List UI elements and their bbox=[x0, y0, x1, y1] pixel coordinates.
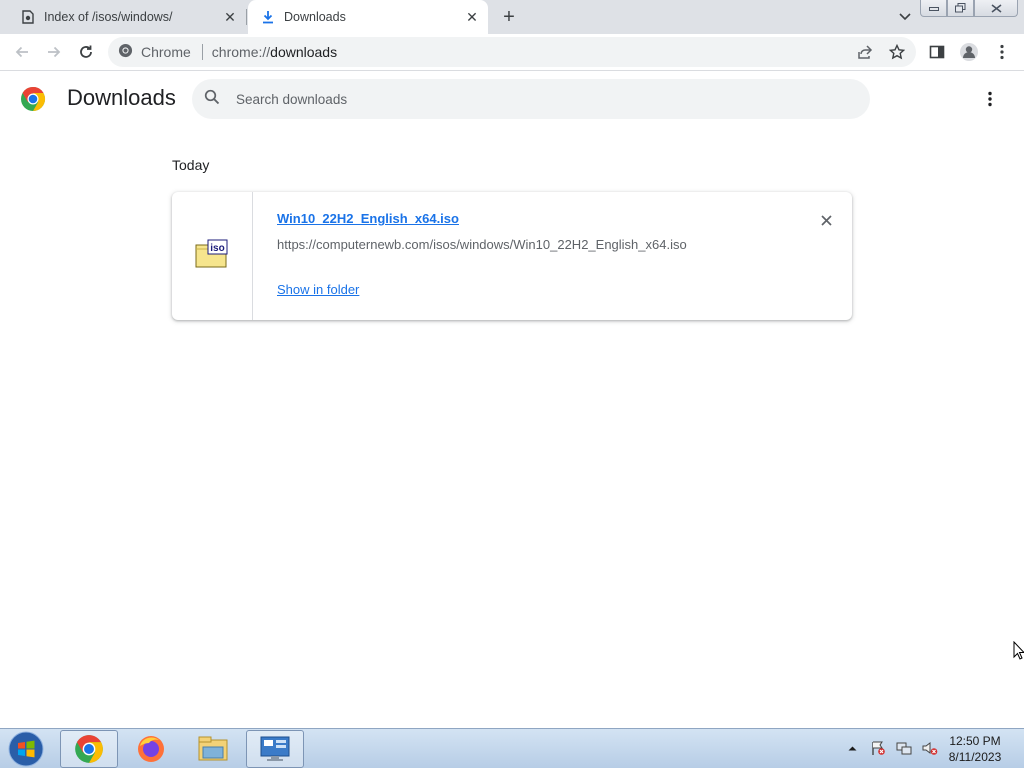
svg-text:iso: iso bbox=[210, 243, 224, 254]
page-title: Downloads bbox=[67, 85, 176, 110]
show-hidden-icons-icon[interactable] bbox=[843, 739, 861, 757]
new-tab-button[interactable]: + bbox=[498, 6, 520, 28]
address-bar[interactable]: Chrome chrome://downloads bbox=[108, 37, 916, 67]
bookmark-star-icon[interactable] bbox=[886, 43, 908, 61]
tab-separator bbox=[246, 9, 247, 25]
taskbar-chrome[interactable] bbox=[60, 730, 118, 768]
side-panel-icon[interactable] bbox=[926, 41, 948, 63]
close-window-button[interactable] bbox=[974, 0, 1018, 17]
url-text: chrome://downloads bbox=[212, 44, 337, 60]
mouse-cursor-icon bbox=[1013, 640, 1024, 661]
minimize-button[interactable] bbox=[920, 0, 947, 17]
system-tray bbox=[843, 739, 939, 757]
action-center-flag-icon[interactable] bbox=[869, 739, 887, 757]
browser-toolbar: Chrome chrome://downloads bbox=[0, 34, 1024, 71]
downloads-header: Downloads bbox=[0, 71, 1024, 127]
profile-avatar-icon[interactable] bbox=[958, 41, 980, 63]
url-scheme: chrome:// bbox=[211, 44, 271, 60]
taskbar-firefox[interactable] bbox=[122, 730, 180, 768]
reload-icon[interactable] bbox=[74, 40, 98, 64]
more-actions-icon[interactable] bbox=[978, 87, 1002, 111]
download-icon bbox=[260, 9, 276, 25]
remove-download-icon[interactable] bbox=[816, 210, 836, 230]
file-source-url: https://computernewb.com/isos/windows/Wi… bbox=[277, 237, 687, 252]
file-name-link[interactable]: Win10_22H2_English_x64.iso bbox=[277, 211, 459, 226]
download-item-card: iso Win10_22H2_English_x64.iso https://c… bbox=[172, 192, 852, 320]
clock-date: 8/11/2023 bbox=[948, 750, 1002, 764]
back-arrow-icon[interactable] bbox=[10, 40, 34, 64]
clock-time: 12:50 PM bbox=[949, 734, 1001, 748]
tab-title: Downloads bbox=[284, 10, 346, 24]
network-icon[interactable] bbox=[895, 739, 913, 757]
tab-title: Index of /isos/windows/ bbox=[44, 10, 173, 24]
file-icon-column: iso bbox=[172, 192, 253, 320]
search-icon bbox=[204, 89, 220, 110]
page-icon bbox=[20, 9, 36, 25]
taskbar-clock[interactable]: 12:50 PM 8/11/2023 bbox=[940, 733, 1010, 765]
browser-menu-icon[interactable] bbox=[991, 41, 1013, 63]
iso-file-icon: iso bbox=[195, 239, 229, 269]
search-downloads-box[interactable] bbox=[192, 79, 870, 119]
close-icon[interactable]: ✕ bbox=[462, 7, 482, 27]
taskbar-control-panel[interactable] bbox=[246, 730, 304, 768]
restore-button[interactable] bbox=[947, 0, 974, 17]
show-in-folder-link[interactable]: Show in folder bbox=[277, 282, 359, 297]
search-input[interactable] bbox=[236, 91, 836, 107]
start-button[interactable] bbox=[6, 731, 46, 767]
forward-arrow-icon[interactable] bbox=[42, 40, 66, 64]
tab-index-of-isos[interactable]: Index of /isos/windows/ ✕ bbox=[0, 0, 246, 34]
url-host: downloads bbox=[270, 44, 338, 60]
close-icon[interactable]: ✕ bbox=[220, 7, 240, 27]
share-icon[interactable] bbox=[854, 43, 876, 61]
date-section-label: Today bbox=[172, 157, 210, 173]
chrome-logo-icon bbox=[20, 86, 46, 112]
site-label: Chrome bbox=[141, 44, 191, 60]
taskbar-file-explorer[interactable] bbox=[184, 730, 242, 768]
window-controls bbox=[920, 0, 1018, 17]
chevron-down-icon[interactable] bbox=[896, 7, 914, 27]
tab-downloads[interactable]: Downloads ✕ bbox=[248, 0, 488, 34]
chrome-logo-icon bbox=[118, 43, 133, 61]
volume-muted-icon[interactable] bbox=[921, 739, 939, 757]
windows-taskbar: 12:50 PM 8/11/2023 bbox=[0, 728, 1024, 768]
tab-strip: Index of /isos/windows/ ✕ Downloads ✕ + bbox=[0, 0, 1024, 34]
omnibox-divider bbox=[201, 44, 203, 60]
